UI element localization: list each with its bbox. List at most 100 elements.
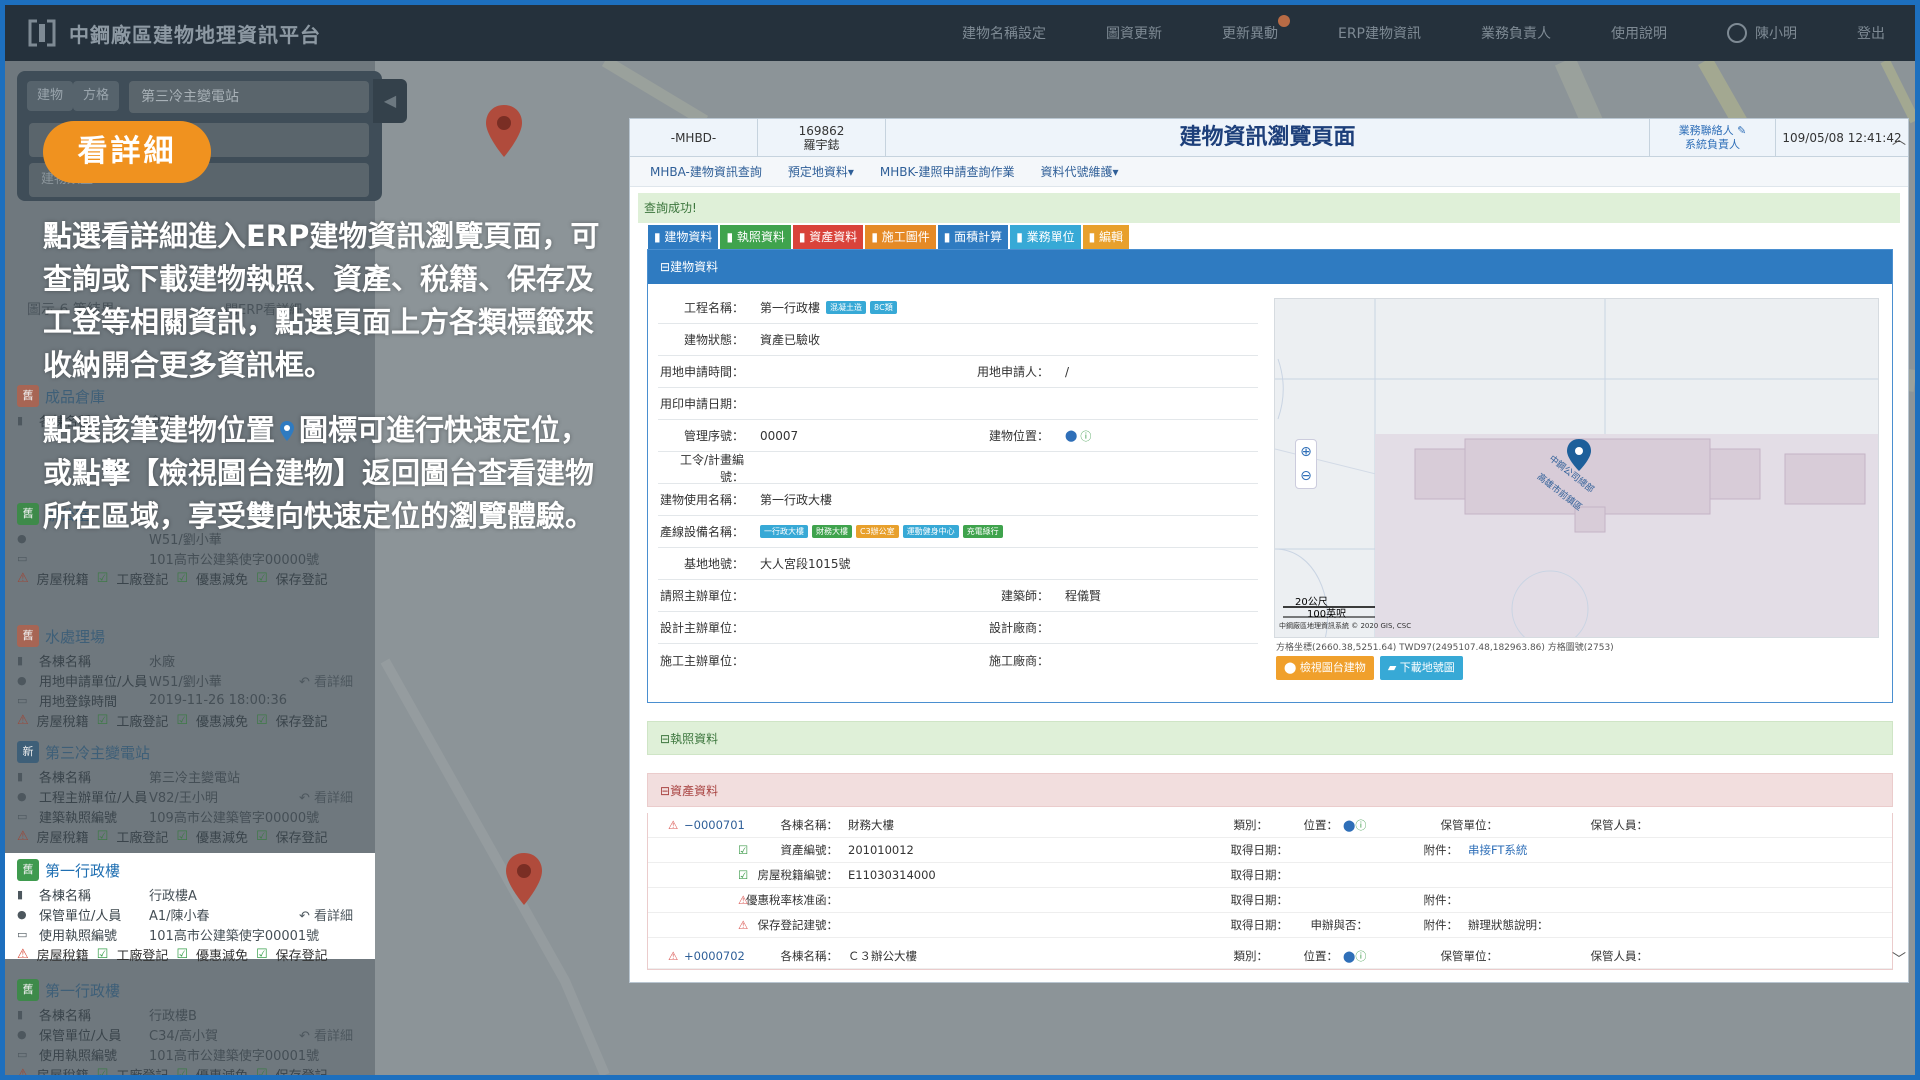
list-item-title: 第一行政樓	[45, 861, 121, 880]
tab-erp-5[interactable]: ▮ 業務單位	[1010, 225, 1081, 249]
zoom-control: ⊕ ⊖	[1295, 439, 1317, 489]
tab-erp-4[interactable]: ▮ 面積計算	[937, 225, 1009, 249]
field-label: 產線設備名稱：	[659, 525, 744, 539]
download-lot-map-button[interactable]: ▰ 下載地號圖	[1379, 656, 1463, 680]
asset-id-link[interactable]: +0000702	[684, 949, 745, 963]
chevron-left-icon[interactable]: ◀	[373, 79, 407, 123]
location-pin-icon[interactable]: ⬤ⓘ	[1343, 817, 1366, 833]
row-key: 用地申請單位/人員	[39, 674, 148, 690]
tab-erp-3[interactable]: ▮ 施工圖件	[865, 225, 936, 249]
nav-update-changes[interactable]: 更新異動	[1222, 15, 1290, 43]
see-detail-link[interactable]: ↶ 看詳細	[299, 787, 353, 806]
tab-building[interactable]: 建物	[27, 81, 74, 111]
tab-area[interactable]: 方格	[73, 81, 120, 111]
building-icon: ▮	[17, 769, 24, 783]
menu-code-maintenance[interactable]: 資料代號維護▾	[1040, 163, 1118, 180]
row-value: A1/陳小春	[149, 908, 210, 924]
field-label: 各棟名稱：	[780, 949, 839, 963]
row-key: 工程主辦單位/人員	[39, 790, 148, 806]
contact-link[interactable]: 業務聯絡人 ✎	[1679, 124, 1747, 138]
field-label: 各棟名稱：	[780, 818, 839, 832]
asset-row: ⚠ −0000701 各棟名稱： 財務大樓 類別： 位置： ⬤ⓘ 保管單位： 保…	[648, 813, 1892, 838]
nav-building-name-setting[interactable]: 建物名稱設定	[962, 23, 1046, 43]
nav-business-owner[interactable]: 業務負責人	[1481, 23, 1551, 43]
age-tag: 新	[17, 741, 39, 763]
ft-system-link[interactable]: 串接FT系統	[1468, 842, 1527, 858]
file-icon: ▭	[17, 809, 28, 823]
tab-erp-1[interactable]: ▮ 執照資料	[720, 225, 791, 249]
row-key: 各棟名稱	[39, 1008, 92, 1024]
location-pin-icon[interactable]: ⬤ⓘ	[1343, 948, 1366, 964]
field-value: 第一行政樓 混凝土造 8C類	[756, 299, 956, 316]
scroll-up-icon[interactable]: ︿	[1892, 129, 1906, 149]
row-key: 各棟名稱	[39, 888, 92, 904]
field-value: 大人宮段1015號	[760, 557, 851, 571]
asset-id: 0000701	[693, 818, 745, 832]
flag-label: 房屋稅籍	[36, 714, 89, 730]
check-icon: ☑	[96, 712, 109, 728]
list-item[interactable]: 舊第一行政樓 ▮ 各棟名稱 行政樓B ● 保管單位/人員 C34/高小賀 ↶ 看詳細 ▭ 使…	[5, 973, 375, 1075]
list-item-active[interactable]: 舊第一行政樓 ▮ 各棟名稱 行政樓A ● 保管單位/人員 A1/陳小春 ↶ 看詳細 ▭ 使用…	[5, 853, 375, 964]
check-icon: ☑	[96, 1066, 109, 1076]
location-pin-icon[interactable]: ⬤	[1065, 429, 1077, 442]
list-item[interactable]: 新第三冷主變電站 ▮ 各棟名稱 第三冷主變電站 ● 工程主辦單位/人員 V82/王小明 ↶…	[5, 735, 375, 852]
asset-detail-row: ☑ 資產編號： 201010012 取得日期： 附件： 串接FT系統	[648, 838, 1892, 863]
tab-label: 業務單位	[1026, 230, 1075, 244]
chip: C3辦公室	[856, 525, 899, 538]
tab-erp-6[interactable]: ▮ 編輯	[1082, 225, 1130, 249]
list-item[interactable]: 舊水處理場 ▮ 各棟名稱 水廠 ● 用地申請單位/人員 W51/劉小華 ↶ 看詳細 ▭ 用地…	[5, 619, 375, 736]
see-detail-label: 看詳細	[313, 1028, 353, 1044]
asset-panel-body: ⚠ −0000701 各棟名稱： 財務大樓 類別： 位置： ⬤ⓘ 保管單位： 保…	[647, 813, 1893, 970]
menu-reserved-land[interactable]: 預定地資料▾	[788, 163, 854, 180]
map-pin-icon[interactable]	[503, 851, 545, 907]
field-value: E11030314000	[848, 868, 936, 882]
map-copyright: 中鋼廠區地理資訊系統 © 2020 GIS, CSC	[1279, 622, 1412, 630]
flag-label: 優惠減免	[196, 572, 249, 588]
field-row: 工令/計畫編號：	[658, 452, 1258, 484]
building-panel-header[interactable]: ⊟建物資料	[648, 250, 1892, 284]
see-detail-link[interactable]: ↶ 看詳細	[299, 905, 353, 924]
calendar-icon: ▭	[17, 693, 28, 707]
age-tag: 舊	[17, 979, 39, 1001]
flag-label: 房屋稅籍	[36, 830, 89, 846]
map-pin-icon[interactable]	[483, 103, 525, 159]
tutorial-text: 點選看詳細進入ERP建物資訊瀏覽頁面，可查詢或下載建物執照、資產、稅籍、保存及工…	[43, 215, 603, 560]
asset-id: 0000702	[693, 949, 745, 963]
user-menu[interactable]: 陳小明	[1727, 23, 1797, 43]
row-value: 109高市公建築管字00000號	[149, 810, 320, 826]
tab-erp-0[interactable]: ▮ 建物資料	[648, 225, 719, 249]
view-on-map-button[interactable]: ⬤ 檢視圖台建物	[1276, 656, 1374, 680]
file-icon: ▭	[17, 927, 28, 941]
field-row: 基地地號： 大人宮段1015號	[658, 548, 1258, 580]
asset-id-link[interactable]: −0000701	[684, 818, 745, 832]
system-owner-link[interactable]: 系統負責人	[1685, 138, 1740, 152]
info-icon[interactable]: ⓘ	[1080, 428, 1091, 444]
zoom-in-icon[interactable]: ⊕	[1296, 440, 1316, 464]
license-panel-header[interactable]: ⊟執照資料	[647, 721, 1893, 755]
asset-detail-row: ⚠ 保存登記建號： 取得日期： 申辦與否： 附件： 辦理狀態說明：	[648, 913, 1892, 938]
success-message: 查詢成功!	[638, 193, 1900, 223]
see-detail-link[interactable]: ↶ 看詳細	[299, 1025, 353, 1044]
asset-panel-header[interactable]: ⊟資產資料	[647, 773, 1893, 807]
scale-bar-feet: 100英呎	[1307, 609, 1347, 620]
menu-mhbk[interactable]: MHBK-建照申請查詢作業	[880, 163, 1015, 180]
flag-label: 保存登記	[275, 830, 328, 846]
nav-user-guide[interactable]: 使用說明	[1611, 23, 1667, 43]
see-detail-link[interactable]: ↶ 看詳細	[299, 671, 353, 690]
menu-mhba[interactable]: MHBA-建物資訊查詢	[650, 163, 762, 180]
zoom-out-icon[interactable]: ⊖	[1296, 464, 1316, 488]
brand[interactable]: 中鋼廠區建物地理資訊平台	[27, 18, 321, 48]
search-input[interactable]: 第三冷主變電站	[129, 81, 369, 113]
nav-erp-building-info[interactable]: ERP建物資訊	[1338, 23, 1421, 43]
bookmark-icon: ▮	[798, 230, 810, 244]
nav-map-update[interactable]: 圖資更新	[1106, 23, 1162, 43]
scroll-down-icon[interactable]: ﹀	[1892, 949, 1906, 969]
mini-map[interactable]: 中鋼公司總部 高雄市前鎮區 20公尺 100英呎 中鋼廠區地理資訊系統 © 20…	[1274, 298, 1879, 638]
field-value: Ｃ３辦公大樓	[848, 949, 917, 963]
map-buttons: ⬤ 檢視圖台建物 ▰ 下載地號圖	[1276, 656, 1469, 680]
tab-label: 執照資料	[736, 230, 785, 244]
logout-link[interactable]: 登出	[1857, 23, 1885, 43]
tab-erp-2[interactable]: ▮ 資產資料	[792, 225, 864, 249]
field-label: 建物使用名稱：	[659, 493, 744, 507]
see-detail-label: 看詳細	[313, 674, 353, 690]
